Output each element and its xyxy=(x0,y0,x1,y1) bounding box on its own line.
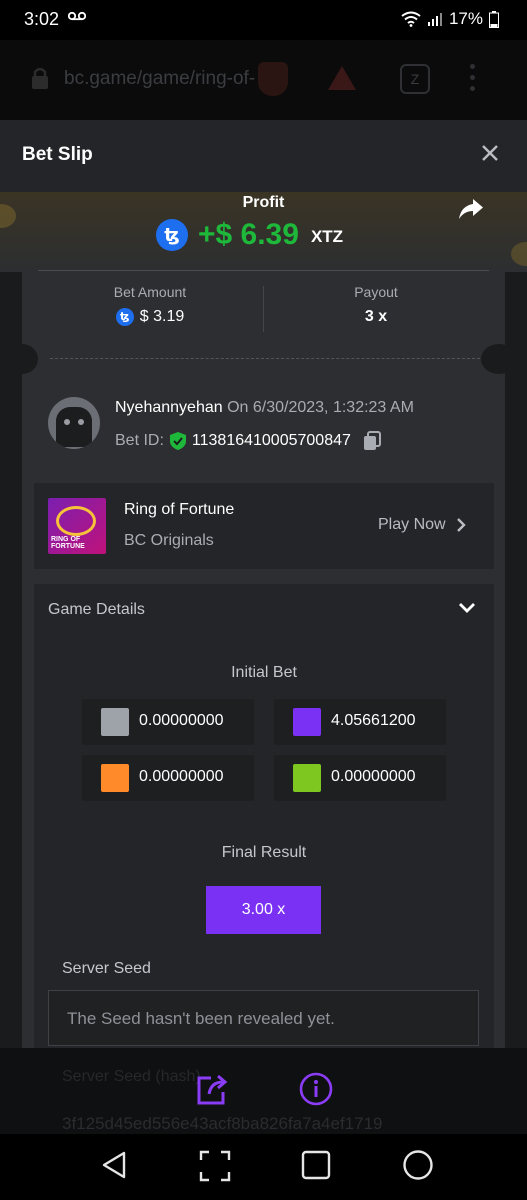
back-icon[interactable] xyxy=(100,1150,128,1180)
bet-date: On 6/30/2023, 1:32:23 AM xyxy=(222,399,414,416)
chevron-down-icon[interactable] xyxy=(458,602,476,614)
screenshot-icon[interactable] xyxy=(199,1150,231,1182)
bet-cell-grey: 0.00000000 xyxy=(82,699,254,745)
game-card[interactable]: RING OF FORTUNE Ring of Fortune BC Origi… xyxy=(34,483,494,569)
game-details-panel: Game Details Initial Bet 0.00000000 4.05… xyxy=(34,584,494,1048)
bet-id-label: Bet ID: xyxy=(115,432,164,449)
profit-value: +$ 6.39 xyxy=(198,218,299,251)
server-seed-label: Server Seed xyxy=(62,960,151,977)
share-icon[interactable] xyxy=(458,198,484,220)
bet-amount-label: Bet Amount xyxy=(113,284,187,300)
bet-cell-green: 0.00000000 xyxy=(274,755,446,801)
bet-id-row: Bet ID: 113816410005700847 xyxy=(115,431,381,451)
server-seed-field: The Seed hasn't been revealed yet. xyxy=(48,990,479,1046)
coin-decoration xyxy=(511,242,527,266)
game-name: Ring of Fortune xyxy=(124,501,235,518)
game-details-title[interactable]: Game Details xyxy=(48,601,145,619)
menu-dots-icon[interactable] xyxy=(470,64,476,97)
profit-row: ꜩ +$ 6.39 XTZ xyxy=(156,218,343,252)
game-provider: BC Originals xyxy=(124,532,214,549)
bet-value: 0.00000000 xyxy=(331,768,416,785)
chevron-right-icon xyxy=(456,518,466,532)
voicemail-icon xyxy=(68,11,86,21)
browser-toolbar: bc.game/game/ring-of- Z xyxy=(0,40,527,120)
bet-value: 0.00000000 xyxy=(139,712,224,729)
home-icon[interactable] xyxy=(301,1150,331,1180)
ticket-notch xyxy=(481,344,517,374)
url-bar[interactable]: bc.game/game/ring-of- xyxy=(64,68,255,90)
bet-amount-value-row: ꜩ $ 3.19 xyxy=(60,308,240,326)
initial-bet-label: Initial Bet xyxy=(231,664,297,681)
server-seed-text: The Seed hasn't been revealed yet. xyxy=(67,1009,335,1028)
game-thumbnail: RING OF FORTUNE xyxy=(48,498,106,554)
battery-icon xyxy=(489,10,499,28)
bet-value: 0.00000000 xyxy=(139,768,224,785)
bet-cell-purple: 4.05661200 xyxy=(274,699,446,745)
close-button[interactable] xyxy=(477,140,503,166)
green-swatch xyxy=(293,764,321,792)
profit-section: Profit ꜩ +$ 6.39 XTZ xyxy=(0,192,527,272)
orange-swatch xyxy=(101,764,129,792)
play-now-label: Play Now xyxy=(378,516,446,533)
final-result-label: Final Result xyxy=(221,844,307,861)
brave-shield-icon[interactable] xyxy=(258,62,288,96)
profit-currency: XTZ xyxy=(310,227,344,246)
bet-slip-header: Bet Slip xyxy=(0,120,527,192)
wifi-icon xyxy=(401,11,421,27)
user-info: Nyehannyehan On 6/30/2023, 1:32:23 AM xyxy=(115,399,414,417)
grey-swatch xyxy=(101,708,129,736)
android-nav-bar xyxy=(0,1134,527,1200)
server-seed-hash-label: Server Seed (hash) xyxy=(62,1068,201,1085)
tezos-coin-icon: ꜩ xyxy=(115,308,134,326)
payout-label: Payout xyxy=(354,284,398,300)
info-icon[interactable] xyxy=(299,1072,333,1106)
status-time: 3:02 xyxy=(24,9,60,29)
profit-label: Profit xyxy=(242,194,285,211)
payout-value: 3 x xyxy=(364,308,388,325)
avatar[interactable] xyxy=(48,397,100,449)
divider xyxy=(38,270,489,271)
bet-value: 4.05661200 xyxy=(331,712,416,729)
screen: 3:02 17% bc.game/game/ring-of- Z Bet Sli… xyxy=(0,0,527,1200)
purple-swatch xyxy=(293,708,321,736)
verified-shield-icon xyxy=(169,432,186,450)
bet-slip-body: Profit ꜩ +$ 6.39 XTZ Bet Amount ꜩ $ 3.19… xyxy=(0,192,527,1048)
game-logo-text: RING OF FORTUNE xyxy=(51,536,85,550)
status-right: 17% xyxy=(401,9,499,29)
battery-percent: 17% xyxy=(448,9,483,28)
lock-icon xyxy=(32,67,48,89)
bet-amount-stat: Bet Amount ꜩ $ 3.19 xyxy=(60,284,240,326)
dashed-divider xyxy=(50,358,480,359)
circle-icon[interactable] xyxy=(402,1149,434,1181)
status-bar: 3:02 17% xyxy=(0,0,527,40)
tabs-button[interactable]: Z xyxy=(400,64,430,94)
bottom-action-bar: Server Seed (hash) 3f125d45ed556e43acf8b… xyxy=(0,1048,527,1134)
share-box-icon[interactable] xyxy=(195,1072,231,1106)
ticket-notch xyxy=(6,344,38,374)
play-now-button[interactable]: Play Now xyxy=(378,516,466,534)
tezos-coin-icon: ꜩ xyxy=(156,219,188,251)
bet-amount-value: $ 3.19 xyxy=(139,308,185,325)
server-seed-hash-value: 3f125d45ed556e43acf8ba826fa7a4ef1719 xyxy=(62,1114,383,1133)
bet-cell-orange: 0.00000000 xyxy=(82,755,254,801)
bet-id-value: 113816410005700847 xyxy=(191,432,351,449)
close-icon xyxy=(482,145,498,161)
final-result-value: 3.00 x xyxy=(206,886,321,934)
payout-stat: Payout 3 x xyxy=(286,284,466,326)
copy-icon[interactable] xyxy=(363,431,381,451)
username[interactable]: Nyehannyehan xyxy=(115,399,223,416)
bet-slip-title: Bet Slip xyxy=(22,144,93,165)
rewards-icon[interactable] xyxy=(328,66,356,90)
signal-icon xyxy=(427,13,442,26)
stat-divider xyxy=(263,286,264,332)
